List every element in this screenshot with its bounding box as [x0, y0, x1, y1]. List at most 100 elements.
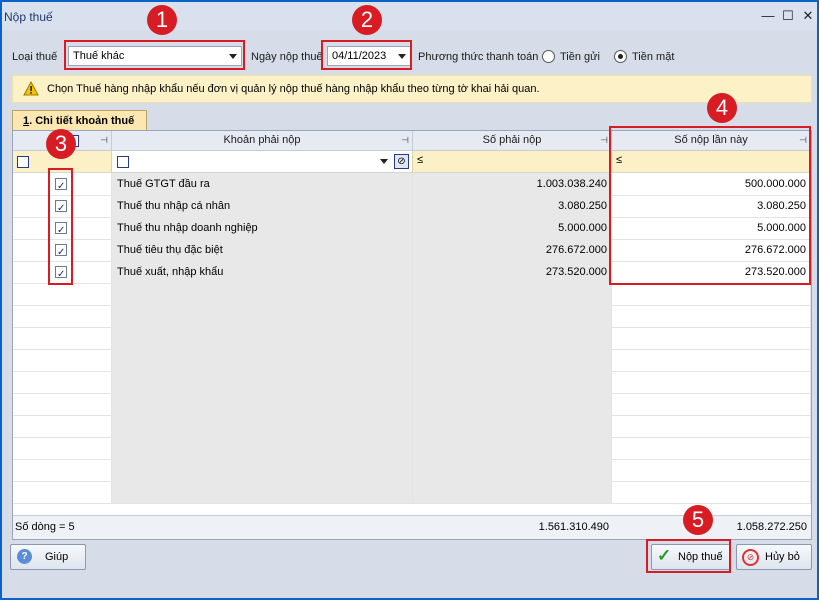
pin-icon[interactable]: ⊣ — [799, 131, 807, 150]
table-row-item-cell[interactable] — [112, 349, 413, 372]
table-row-item-cell[interactable] — [112, 459, 413, 482]
table-row-item-cell[interactable]: Thuế thu nhập doanh nghiệp — [112, 217, 413, 240]
filter-cell-item[interactable]: ⊘ — [112, 151, 413, 173]
table-row-select-cell[interactable] — [13, 371, 112, 394]
table-row-pay-cell[interactable]: 5.000.000 — [612, 217, 811, 240]
table-row-pay-cell[interactable] — [612, 481, 811, 504]
table-row-pay-cell[interactable] — [612, 437, 811, 460]
row-checkbox[interactable] — [55, 220, 67, 242]
radio-cash[interactable] — [614, 50, 627, 63]
maximize-icon[interactable]: ☐ — [780, 8, 796, 24]
table-row-due-cell[interactable]: 273.520.000 — [413, 261, 612, 284]
chevron-down-icon[interactable] — [229, 54, 237, 59]
table-row-select-cell[interactable] — [13, 393, 112, 416]
help-button[interactable]: ? Giúp — [10, 544, 86, 570]
table-row-pay-cell[interactable] — [612, 371, 811, 394]
table-row-item-cell[interactable]: Thuế GTGT đầu ra — [112, 173, 413, 196]
step-badge-2: 2 — [352, 5, 382, 35]
filter-square-icon[interactable] — [117, 156, 129, 168]
row-checkbox[interactable] — [55, 242, 67, 264]
table-row-due-cell[interactable] — [413, 393, 612, 416]
table-row-due-cell[interactable] — [413, 437, 612, 460]
table-row-item-cell[interactable] — [112, 481, 413, 504]
table-row-pay-cell[interactable]: 276.672.000 — [612, 239, 811, 262]
step-badge-3: 3 — [46, 129, 76, 159]
table-row-due-cell[interactable] — [413, 283, 612, 306]
table-row-select-cell[interactable] — [13, 481, 112, 504]
col-header-amount-due[interactable]: Số phải nộp ⊣ — [413, 131, 612, 151]
row-checkbox[interactable] — [55, 198, 67, 220]
filter-cell-amount-due[interactable]: ≤ — [413, 151, 612, 173]
table-row-item-cell[interactable] — [112, 393, 413, 416]
table-row-item-cell[interactable] — [112, 415, 413, 438]
pin-icon[interactable]: ⊣ — [401, 131, 409, 150]
date-picker[interactable]: 04/11/2023 — [327, 46, 411, 66]
table-row-due-cell[interactable] — [413, 415, 612, 438]
table-row-select-cell[interactable] — [13, 217, 112, 242]
table-row-pay-cell[interactable]: 3.080.250 — [612, 195, 811, 218]
item-name: Thuế thu nhập doanh nghiệp — [117, 222, 258, 234]
table-row-pay-cell[interactable] — [612, 327, 811, 350]
filter-cell-amount-pay[interactable]: ≤ — [612, 151, 811, 173]
table-row-select-cell[interactable] — [13, 459, 112, 482]
tax-type-label: Loại thuế — [12, 51, 58, 63]
filter-square-icon[interactable] — [17, 156, 29, 168]
table-row-pay-cell[interactable] — [612, 393, 811, 416]
tab-tax-details[interactable]: 1. Chi tiết khoản thuế — [12, 110, 147, 130]
table-row-select-cell[interactable] — [13, 415, 112, 438]
table-row-pay-cell[interactable] — [612, 349, 811, 372]
submit-button[interactable]: ✓ Nộp thuế — [651, 544, 731, 570]
table-row-due-cell[interactable] — [413, 371, 612, 394]
table-row-due-cell[interactable]: 1.003.038.240 — [413, 173, 612, 196]
table-row-pay-cell[interactable] — [612, 415, 811, 438]
table-row-item-cell[interactable] — [112, 371, 413, 394]
cancel-button[interactable]: ⊘ Hủy bỏ — [736, 544, 812, 570]
table-row-pay-cell[interactable] — [612, 283, 811, 306]
table-row-due-cell[interactable]: 276.672.000 — [413, 239, 612, 262]
clear-filter-icon[interactable]: ⊘ — [394, 154, 409, 169]
table-row-due-cell[interactable]: 5.000.000 — [413, 217, 612, 240]
table-row-due-cell[interactable] — [413, 481, 612, 504]
table-row-item-cell[interactable] — [112, 327, 413, 350]
col-header-item[interactable]: Khoản phải nộp ⊣ — [112, 131, 413, 151]
pin-icon[interactable]: ⊣ — [100, 131, 108, 150]
table-row-pay-cell[interactable]: 273.520.000 — [612, 261, 811, 284]
table-row-due-cell[interactable] — [413, 349, 612, 372]
title-bar: Nộp thuế — ☐ ✕ — [2, 2, 817, 30]
table-row-select-cell[interactable] — [13, 239, 112, 264]
chevron-down-icon[interactable] — [380, 159, 388, 164]
table-row-select-cell[interactable] — [13, 283, 112, 306]
table-row-select-cell[interactable] — [13, 173, 112, 198]
total-amount-due: 1.561.310.490 — [538, 521, 609, 533]
table-row-select-cell[interactable] — [13, 437, 112, 460]
table-row-item-cell[interactable]: Thuế xuất, nhập khẩu — [112, 261, 413, 284]
table-row-item-cell[interactable]: Thuế tiêu thụ đặc biệt — [112, 239, 413, 262]
table-row-due-cell[interactable] — [413, 327, 612, 350]
row-checkbox[interactable] — [55, 264, 67, 286]
table-row-select-cell[interactable] — [13, 327, 112, 350]
chevron-down-icon[interactable] — [398, 54, 406, 59]
table-row-item-cell[interactable] — [112, 283, 413, 306]
close-icon[interactable]: ✕ — [800, 8, 816, 24]
table-row-due-cell[interactable] — [413, 305, 612, 328]
table-row-pay-cell[interactable] — [612, 305, 811, 328]
radio-deposit[interactable] — [542, 50, 555, 63]
payment-method-label: Phương thức thanh toán — [418, 51, 539, 63]
table-row-pay-cell[interactable] — [612, 459, 811, 482]
table-row-pay-cell[interactable]: 500.000.000 — [612, 173, 811, 196]
tax-type-select[interactable]: Thuế khác — [68, 46, 242, 66]
table-row-item-cell[interactable]: Thuế thu nhập cá nhân — [112, 195, 413, 218]
table-row-select-cell[interactable] — [13, 261, 112, 286]
table-row-due-cell[interactable] — [413, 459, 612, 482]
table-row-select-cell[interactable] — [13, 195, 112, 220]
table-row-item-cell[interactable] — [112, 437, 413, 460]
row-checkbox[interactable] — [55, 176, 67, 198]
table-row-item-cell[interactable] — [112, 305, 413, 328]
col-header-amount-pay[interactable]: Số nộp lần này ⊣ — [612, 131, 811, 151]
warning-icon — [23, 81, 39, 96]
minimize-icon[interactable]: — — [760, 8, 776, 24]
table-row-select-cell[interactable] — [13, 305, 112, 328]
pin-icon[interactable]: ⊣ — [600, 131, 608, 150]
table-row-due-cell[interactable]: 3.080.250 — [413, 195, 612, 218]
table-row-select-cell[interactable] — [13, 349, 112, 372]
